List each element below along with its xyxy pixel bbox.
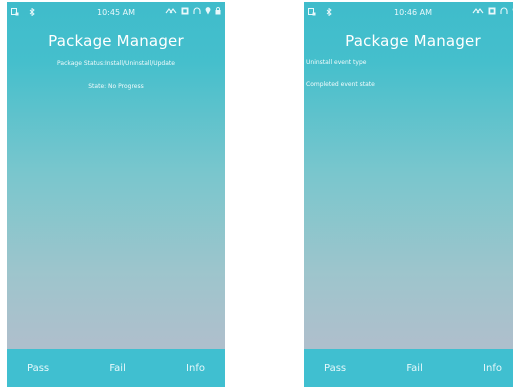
headset-icon <box>500 7 508 15</box>
location-icon <box>205 7 211 15</box>
phone-screen-right: 10:46 AM Package Manager Uninstall event… <box>304 2 513 387</box>
transfer-icon <box>165 7 177 15</box>
status-bar: 10:46 AM <box>304 2 513 24</box>
event-type-text: Uninstall event type <box>306 59 367 66</box>
pass-button[interactable]: Pass <box>324 363 346 374</box>
status-bar: 10:45 AM <box>7 2 225 24</box>
event-state-text: Completed event state <box>306 81 375 88</box>
pass-button[interactable]: Pass <box>27 363 49 374</box>
info-button[interactable]: Info <box>483 363 502 374</box>
fail-button[interactable]: Fail <box>406 363 423 374</box>
phone-screen-left: 10:45 AM Package Manager Package Status:… <box>7 2 225 387</box>
page-title: Package Manager <box>48 32 184 50</box>
nfc-icon <box>181 7 189 15</box>
info-button[interactable]: Info <box>186 363 205 374</box>
bottom-action-bar: Pass Fail Info <box>7 349 225 387</box>
transfer-icon <box>472 7 484 15</box>
fail-button[interactable]: Fail <box>109 363 126 374</box>
state-text: State: No Progress <box>88 83 144 90</box>
package-status-text: Package Status:Install/Uninstall/Update <box>57 60 175 67</box>
nfc-icon <box>488 7 496 15</box>
headset-icon <box>193 7 201 15</box>
page-title: Package Manager <box>345 32 481 50</box>
bottom-action-bar: Pass Fail Info <box>304 349 513 387</box>
lock-icon <box>215 7 221 15</box>
